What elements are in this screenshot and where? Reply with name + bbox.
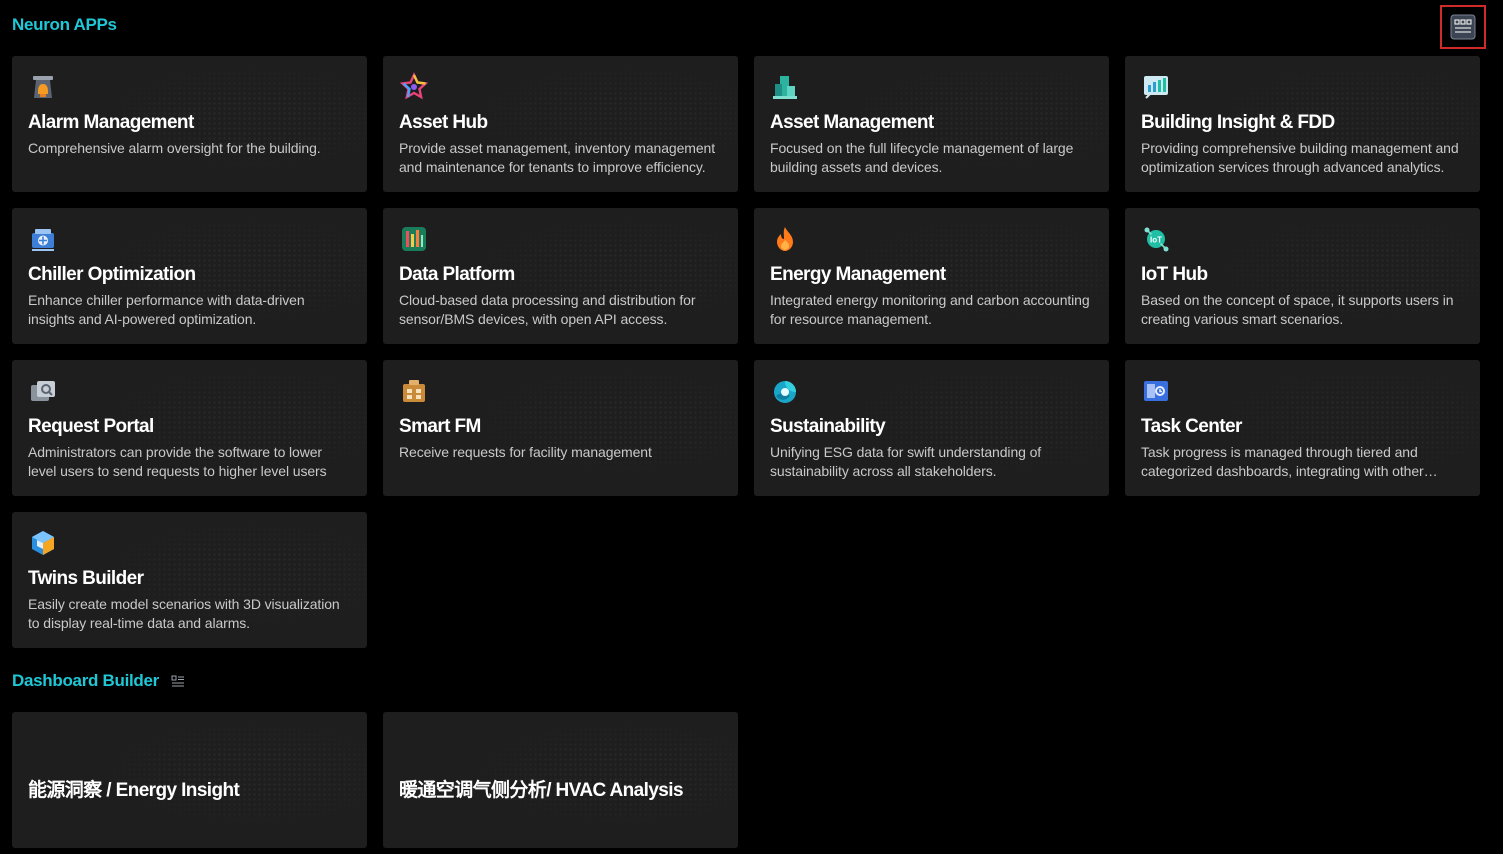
iot-icon: IoT [1144,227,1169,252]
grid-menu-icon [1450,14,1476,40]
app-card-sustainability[interactable]: Sustainability Unifying ESG data for swi… [754,360,1109,496]
app-description: Task progress is managed through tiered … [1141,444,1424,479]
app-title: Building Insight & FDD [1141,112,1335,133]
app-card-building-insight-fdd[interactable]: Building Insight & FDD Providing compreh… [1125,56,1480,192]
app-description: Cloud-based data processing and distribu… [399,292,696,327]
smart-fm-icon [403,380,425,402]
svg-text:IoT: IoT [1150,236,1162,245]
data-platform-icon [402,227,426,251]
app-description: Based on the concept of space, it suppor… [1141,292,1454,327]
app-title: Chiller Optimization [28,264,196,285]
app-title: Smart FM [399,416,481,437]
dashboard-card-hvac-analysis[interactable]: 暖通空调气侧分析/ HVAC Analysis [383,712,738,848]
sustainability-icon [774,381,796,403]
app-description: Integrated energy monitoring and carbon … [770,292,1090,327]
app-title: Asset Hub [399,112,488,133]
app-description: Provide asset management, inventory mana… [399,140,716,175]
app-description: Providing comprehensive building managem… [1141,140,1459,175]
star-hub-icon [399,72,429,100]
building-asset-icon [773,76,797,99]
app-card-alarm-management[interactable]: Alarm Management Comprehensive alarm ove… [12,56,367,192]
app-title: Asset Management [770,112,934,133]
app-card-twins-builder[interactable]: Twins Builder Easily create model scenar… [12,512,367,648]
app-title: Data Platform [399,264,515,285]
app-card-request-portal[interactable]: Request Portal Administrators can provid… [12,360,367,496]
app-card-asset-management[interactable]: Asset Management Focused on the full lif… [754,56,1109,192]
dashboard-builder-title: Dashboard Builder [12,671,159,690]
list-view-icon[interactable] [171,674,185,688]
dashboard-card-energy-insight[interactable]: 能源洞察 / Energy Insight [12,712,367,848]
dashboard-grid: 能源洞察 / Energy Insight 暖通空调气侧分析/ HVAC Ana… [12,712,1480,848]
app-card-iot-hub[interactable]: IoT IoT Hub Based on the concept of spac… [1125,208,1480,344]
alarm-icon [33,76,53,98]
app-description: Comprehensive alarm oversight for the bu… [28,140,321,156]
app-card-energy-management[interactable]: Energy Management Integrated energy moni… [754,208,1109,344]
app-card-asset-hub[interactable]: Asset Hub Provide asset management, inve… [383,56,738,192]
app-description: Administrators can provide the software … [28,444,327,479]
app-card-data-platform[interactable]: Data Platform Cloud-based data processin… [383,208,738,344]
section-title-neuron-apps: Neuron APPs [12,15,117,34]
app-card-chiller-optimization[interactable]: Chiller Optimization Enhance chiller per… [12,208,367,344]
app-description: Easily create model scenarios with 3D vi… [28,596,340,631]
app-description: Unifying ESG data for swift understandin… [770,444,1042,479]
task-center-icon [1144,381,1168,401]
dashboard-title: 暖通空调气侧分析/ HVAC Analysis [399,779,684,801]
app-switcher-button[interactable] [1440,5,1486,49]
dashboard-title: 能源洞察 / Energy Insight [28,779,240,801]
app-card-smart-fm[interactable]: Smart FM Receive requests for facility m… [383,360,738,496]
app-description: Receive requests for facility management [399,444,652,460]
app-title: Request Portal [28,416,154,437]
app-title: Task Center [1141,416,1242,437]
app-card-task-center[interactable]: Task Center Task progress is managed thr… [1125,360,1480,496]
flame-icon [777,227,793,251]
apps-grid: Alarm Management Comprehensive alarm ove… [12,56,1480,648]
app-title: Sustainability [770,416,886,437]
app-title: Twins Builder [28,568,144,589]
section-title-dashboard-builder: Dashboard Builder [12,671,185,691]
cube-builder-icon [32,531,54,555]
app-title: Alarm Management [28,112,194,133]
app-description: Focused on the full lifecycle management… [770,140,1074,175]
chart-insight-icon [1144,76,1168,99]
app-title: Energy Management [770,264,946,285]
app-description: Enhance chiller performance with data-dr… [28,292,305,327]
chiller-icon [32,229,54,251]
app-title: IoT Hub [1141,264,1208,285]
request-portal-icon [31,381,55,401]
